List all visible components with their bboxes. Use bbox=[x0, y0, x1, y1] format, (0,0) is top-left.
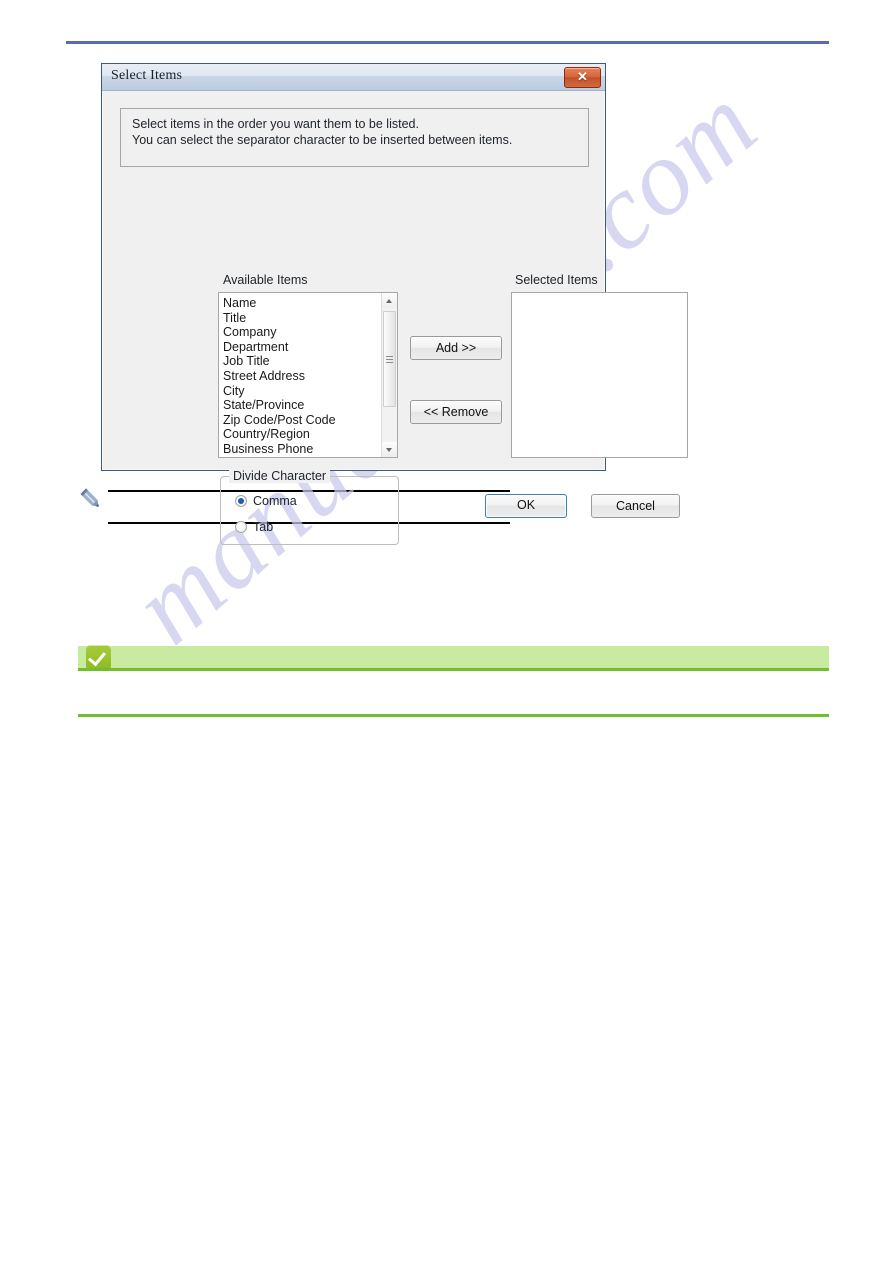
radio-comma[interactable]: Comma bbox=[235, 494, 297, 508]
pencil-icon bbox=[78, 486, 104, 517]
check-badge-icon bbox=[86, 645, 111, 670]
dialog-body: Select items in the order you want them … bbox=[102, 91, 688, 545]
scrollbar-grip-icon bbox=[386, 356, 393, 363]
radio-tab-indicator-icon bbox=[235, 521, 247, 533]
check-mark-icon bbox=[88, 647, 106, 667]
list-item[interactable]: City bbox=[219, 384, 380, 399]
close-button[interactable]: ✕ bbox=[564, 67, 601, 88]
selected-items-label: Selected Items bbox=[515, 273, 598, 287]
list-item[interactable]: Job Title bbox=[219, 354, 380, 369]
dialog-title: Select Items bbox=[111, 68, 183, 83]
radio-comma-label: Comma bbox=[253, 494, 297, 508]
available-items-listbox[interactable]: Name Title Company Department Job Title Stree… bbox=[218, 292, 398, 458]
list-item[interactable]: State/Province bbox=[219, 398, 380, 413]
dialog-titlebar: Select Items ✕ bbox=[102, 64, 605, 91]
list-item[interactable]: Title bbox=[219, 311, 380, 326]
available-items-list[interactable]: Name Title Company Department Job Title Stree… bbox=[219, 296, 380, 457]
divide-character-label: Divide Character bbox=[229, 469, 331, 483]
tip-rule-bottom bbox=[78, 714, 829, 717]
radio-comma-indicator-icon bbox=[235, 495, 247, 507]
close-icon: ✕ bbox=[577, 69, 588, 84]
scroll-down-arrow-icon[interactable] bbox=[382, 442, 397, 457]
select-items-dialog: Select Items ✕ Select items in the order… bbox=[101, 63, 688, 545]
tip-rule-top bbox=[78, 668, 829, 671]
cancel-button[interactable]: Cancel bbox=[591, 494, 680, 518]
instructions-line-2: You can select the separator character t… bbox=[132, 133, 513, 147]
list-item[interactable]: Zip Code/Post Code bbox=[219, 413, 380, 428]
available-items-scrollbar[interactable] bbox=[381, 293, 397, 457]
list-item[interactable]: Company bbox=[219, 325, 380, 340]
list-item[interactable]: Country/Region bbox=[219, 427, 380, 442]
page-header-rule bbox=[66, 41, 829, 44]
divide-character-groupbox: Divide Character Comma Tab bbox=[220, 469, 399, 545]
list-item[interactable]: Business Phone bbox=[219, 442, 380, 457]
remove-button[interactable]: << Remove bbox=[410, 400, 502, 424]
selected-items-listbox[interactable] bbox=[511, 292, 688, 458]
list-item[interactable]: Street Address bbox=[219, 369, 380, 384]
scroll-up-arrow-icon[interactable] bbox=[382, 293, 397, 308]
instructions-line-1: Select items in the order you want them … bbox=[132, 117, 419, 131]
add-button[interactable]: Add >> bbox=[410, 336, 502, 360]
scrollbar-thumb[interactable] bbox=[383, 311, 396, 407]
instructions-panel: Select items in the order you want them … bbox=[120, 108, 589, 167]
list-item[interactable]: Name bbox=[219, 296, 380, 311]
ok-button[interactable]: OK bbox=[485, 494, 567, 518]
radio-tab-label: Tab bbox=[253, 520, 274, 534]
tip-banner bbox=[78, 646, 829, 668]
list-item[interactable]: Department bbox=[219, 340, 380, 355]
radio-tab[interactable]: Tab bbox=[235, 520, 273, 534]
available-items-label: Available Items bbox=[223, 273, 308, 287]
